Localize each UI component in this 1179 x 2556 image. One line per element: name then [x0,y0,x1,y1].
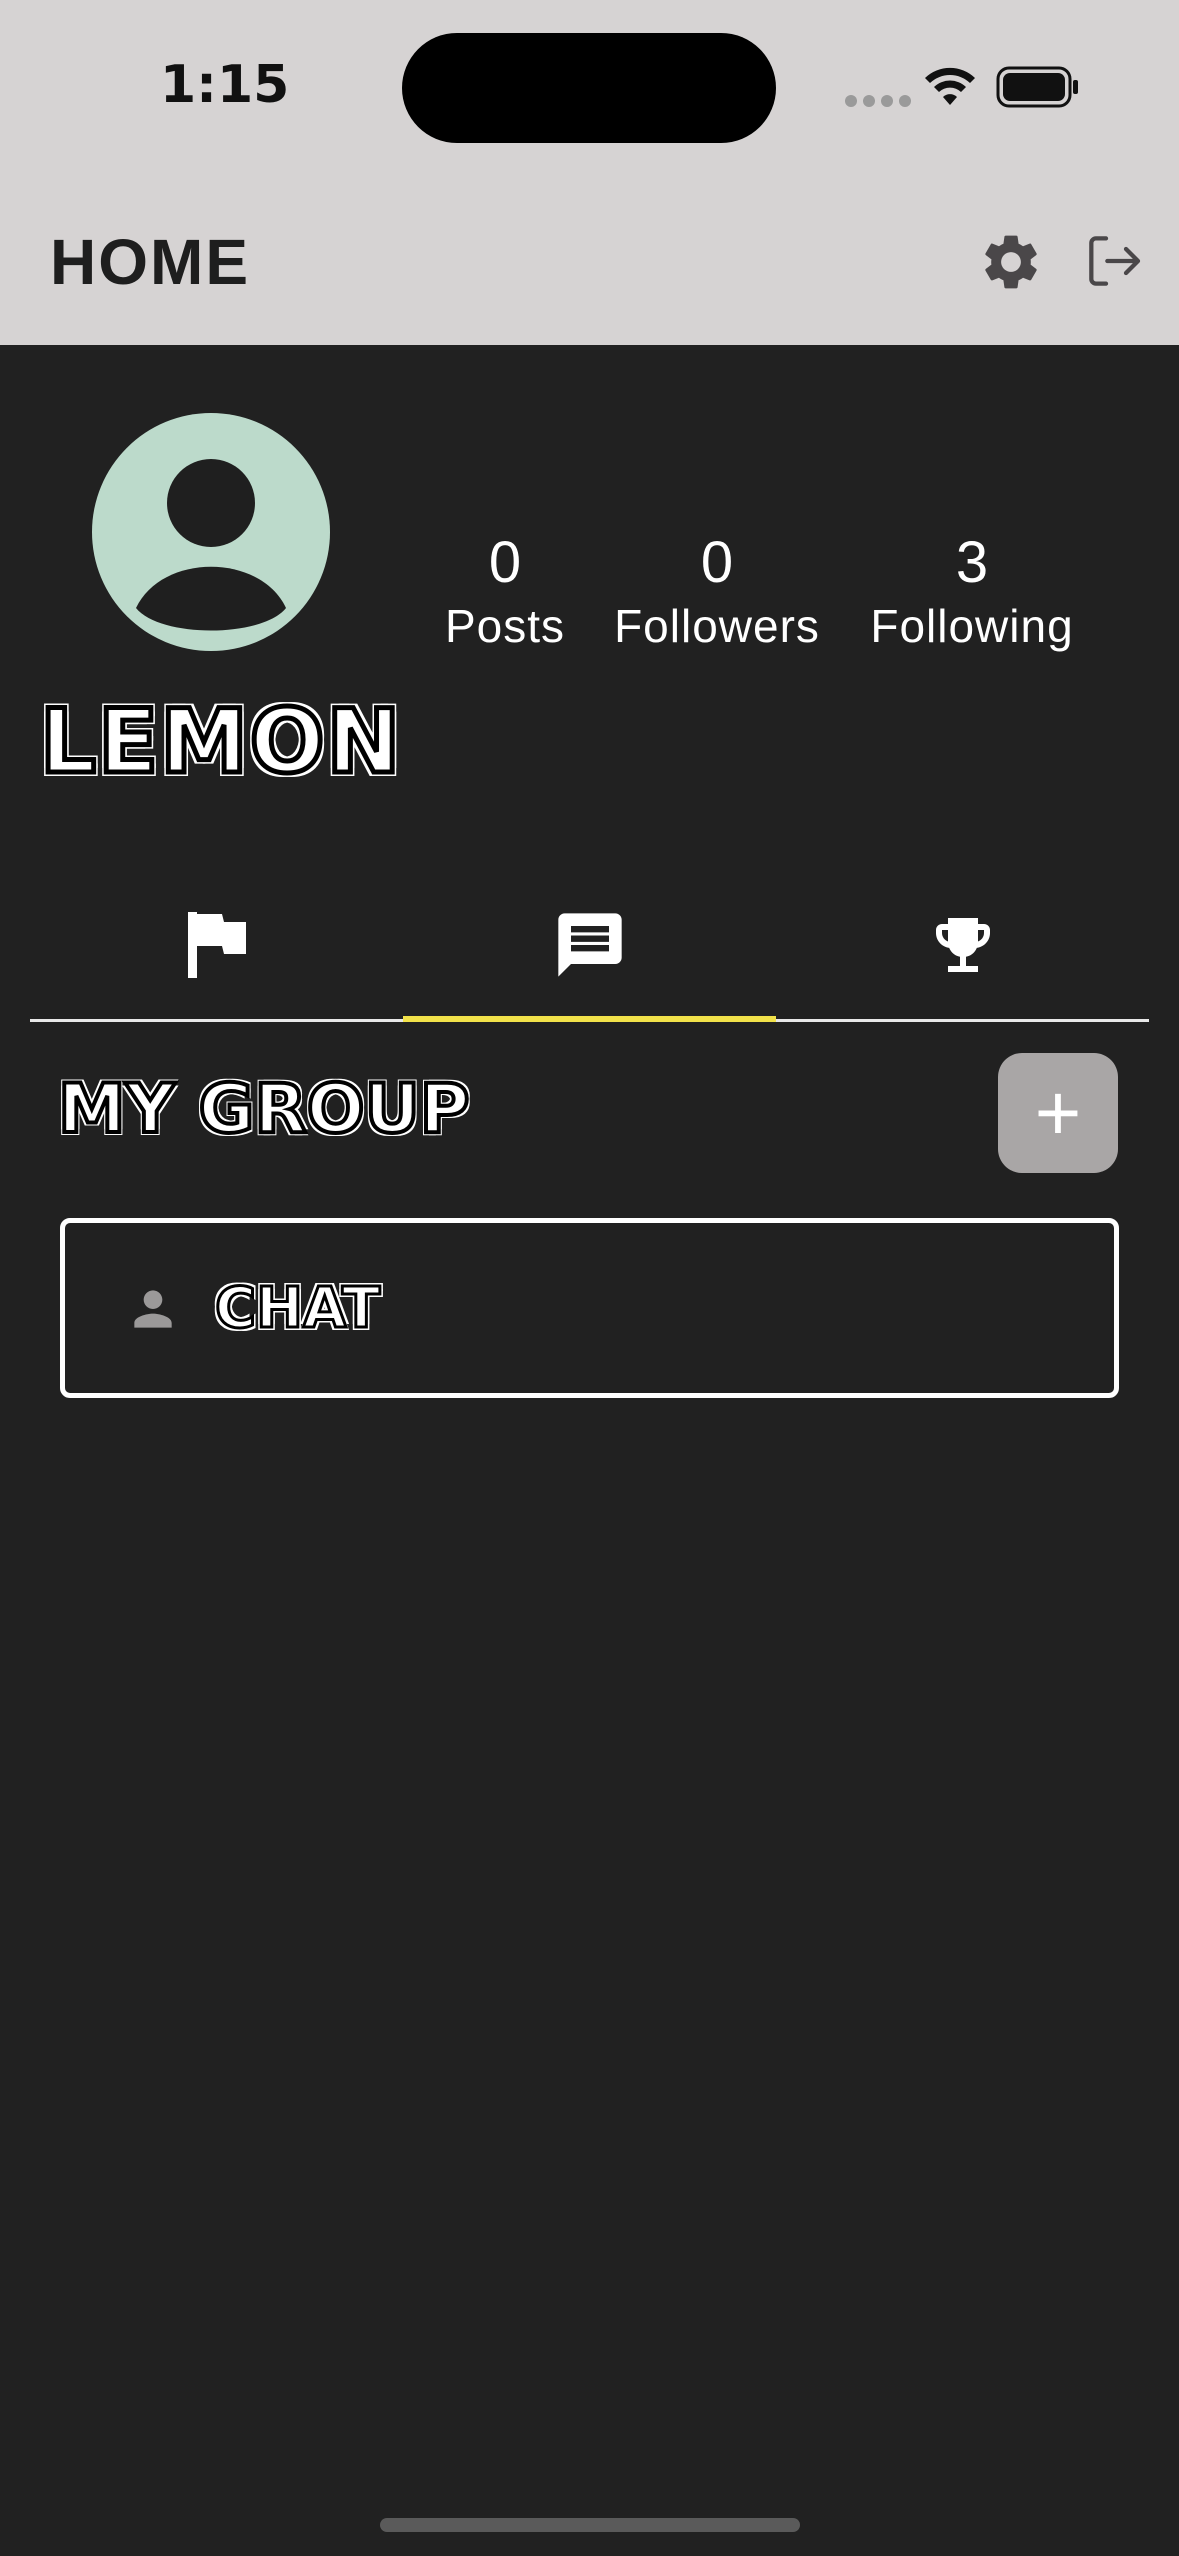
tab-flag[interactable] [30,870,403,1020]
following-label: Following [870,600,1074,652]
default-avatar-icon [136,459,286,631]
add-group-button[interactable]: + [998,1053,1118,1173]
stat-following[interactable]: 3 Following [870,530,1073,656]
followers-label: Followers [614,600,820,652]
battery-icon [996,66,1078,108]
person-icon [134,1290,172,1328]
status-time: 1:15 [160,55,290,115]
top-bar: 1:15 HOME [0,0,1179,345]
chat-icon [557,913,622,977]
followers-count: 0 [700,530,734,595]
section-title-my-group: MY GROUP [56,1068,472,1151]
posts-label: Posts [444,600,566,652]
settings-gear-icon[interactable] [978,229,1044,295]
group-name: CHAT [213,1275,381,1343]
avatar[interactable] [92,413,330,651]
wifi-icon [925,67,975,105]
username: LEMON [37,688,403,796]
home-screen: 1:15 HOME LEMON 0 Posts 0 Followers 3 Fo… [0,0,1179,2556]
tab-chat[interactable] [403,870,776,1020]
cellular-signal-icon [845,95,911,107]
following-count: 3 [955,530,989,595]
stat-followers[interactable]: 0 Followers [614,530,820,656]
home-indicator [380,2518,800,2532]
dynamic-island [402,33,776,143]
active-tab-indicator [403,1016,776,1022]
tab-trophy[interactable] [776,870,1149,1020]
trophy-icon [935,918,990,972]
profile-tabs [30,870,1149,1022]
stat-posts[interactable]: 0 Posts [445,530,565,656]
group-list-item[interactable]: CHAT [60,1218,1119,1398]
page-title: HOME [50,226,250,298]
logout-icon[interactable] [1082,229,1146,293]
posts-count: 0 [488,530,522,595]
flag-icon [187,912,246,978]
